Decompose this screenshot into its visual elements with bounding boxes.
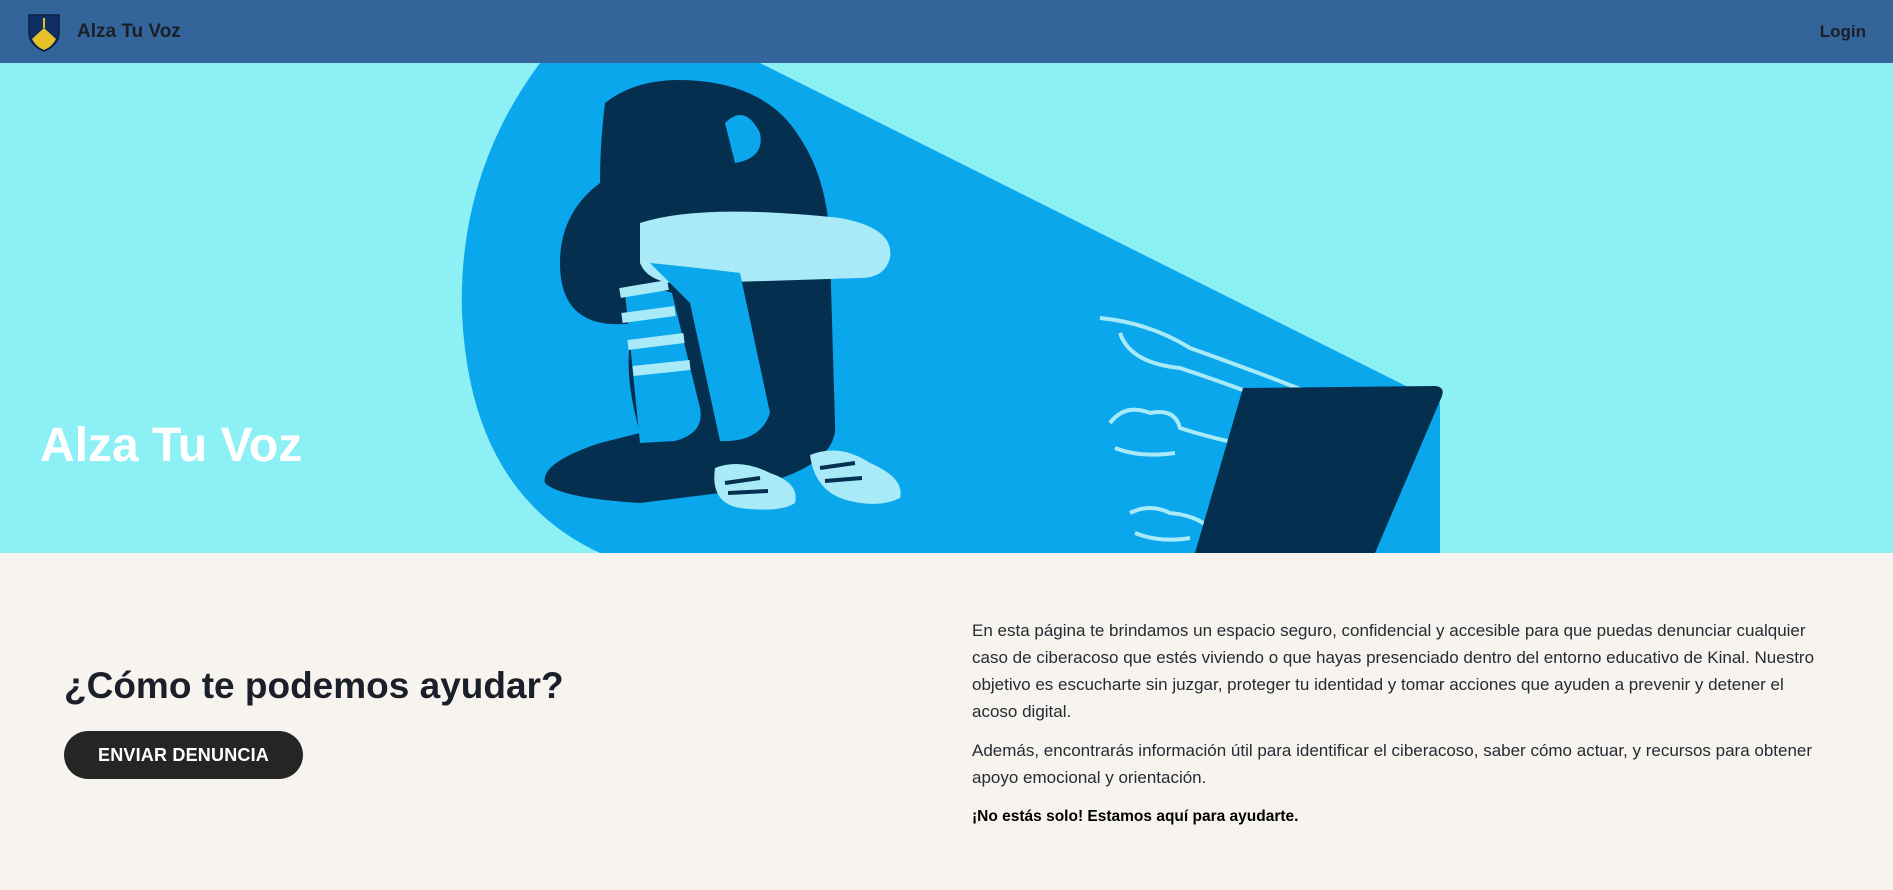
brand-link[interactable]: Alza Tu Voz — [27, 12, 181, 52]
hero-banner: Alza Tu Voz — [0, 63, 1893, 553]
info-paragraph-1: En esta página te brindamos un espacio s… — [972, 621, 1815, 721]
info-paragraph-2: Además, encontrarás información útil par… — [972, 741, 1813, 787]
login-link[interactable]: Login — [1820, 22, 1866, 42]
help-title: ¿Cómo te podemos ayudar? — [64, 665, 564, 706]
help-section: ¿Cómo te podemos ayudar? ENVIAR DENUNCIA… — [0, 553, 1893, 890]
hero-illustration — [461, 63, 1443, 553]
info-text: En esta página te brindamos un espacio s… — [972, 617, 1822, 842]
info-emphasis: ¡No estás solo! Estamos aquí para ayudar… — [972, 808, 1299, 825]
hero-title: Alza Tu Voz — [40, 419, 303, 472]
send-report-button[interactable]: ENVIAR DENUNCIA — [64, 731, 303, 779]
top-navbar: Alza Tu Voz Login — [0, 0, 1893, 63]
brand-name: Alza Tu Voz — [77, 20, 181, 42]
shield-logo-icon — [28, 13, 60, 52]
